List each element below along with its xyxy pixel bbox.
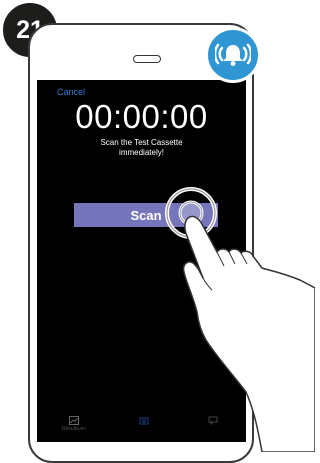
instruction-line-2: immediately!: [119, 148, 164, 157]
chart-icon: [68, 416, 79, 425]
tab-scan[interactable]: [139, 416, 149, 425]
countdown-timer: 00:00:00: [75, 98, 208, 135]
tab-results-label: Results-en: [62, 426, 86, 432]
chat-icon: [208, 416, 218, 425]
tab-bar: Results-en: [37, 412, 246, 442]
alarm-badge: [205, 27, 261, 83]
tab-chat[interactable]: [208, 416, 218, 425]
scan-button[interactable]: Scan: [74, 203, 218, 227]
instruction-line-1: Scan the Test Cassette: [100, 138, 183, 147]
camera-icon: [139, 417, 149, 425]
phone-speaker: [133, 55, 161, 63]
cancel-button[interactable]: Cancel: [57, 87, 85, 97]
instruction-text: Scan the Test Cassette immediately!: [37, 138, 246, 158]
phone-screen: Cancel 00:00:00 Scan the Test Cassette i…: [37, 80, 246, 442]
tab-results[interactable]: Results-en: [62, 416, 86, 432]
scan-button-label: Scan: [130, 207, 162, 223]
bell-ringing-icon: [215, 43, 251, 66]
